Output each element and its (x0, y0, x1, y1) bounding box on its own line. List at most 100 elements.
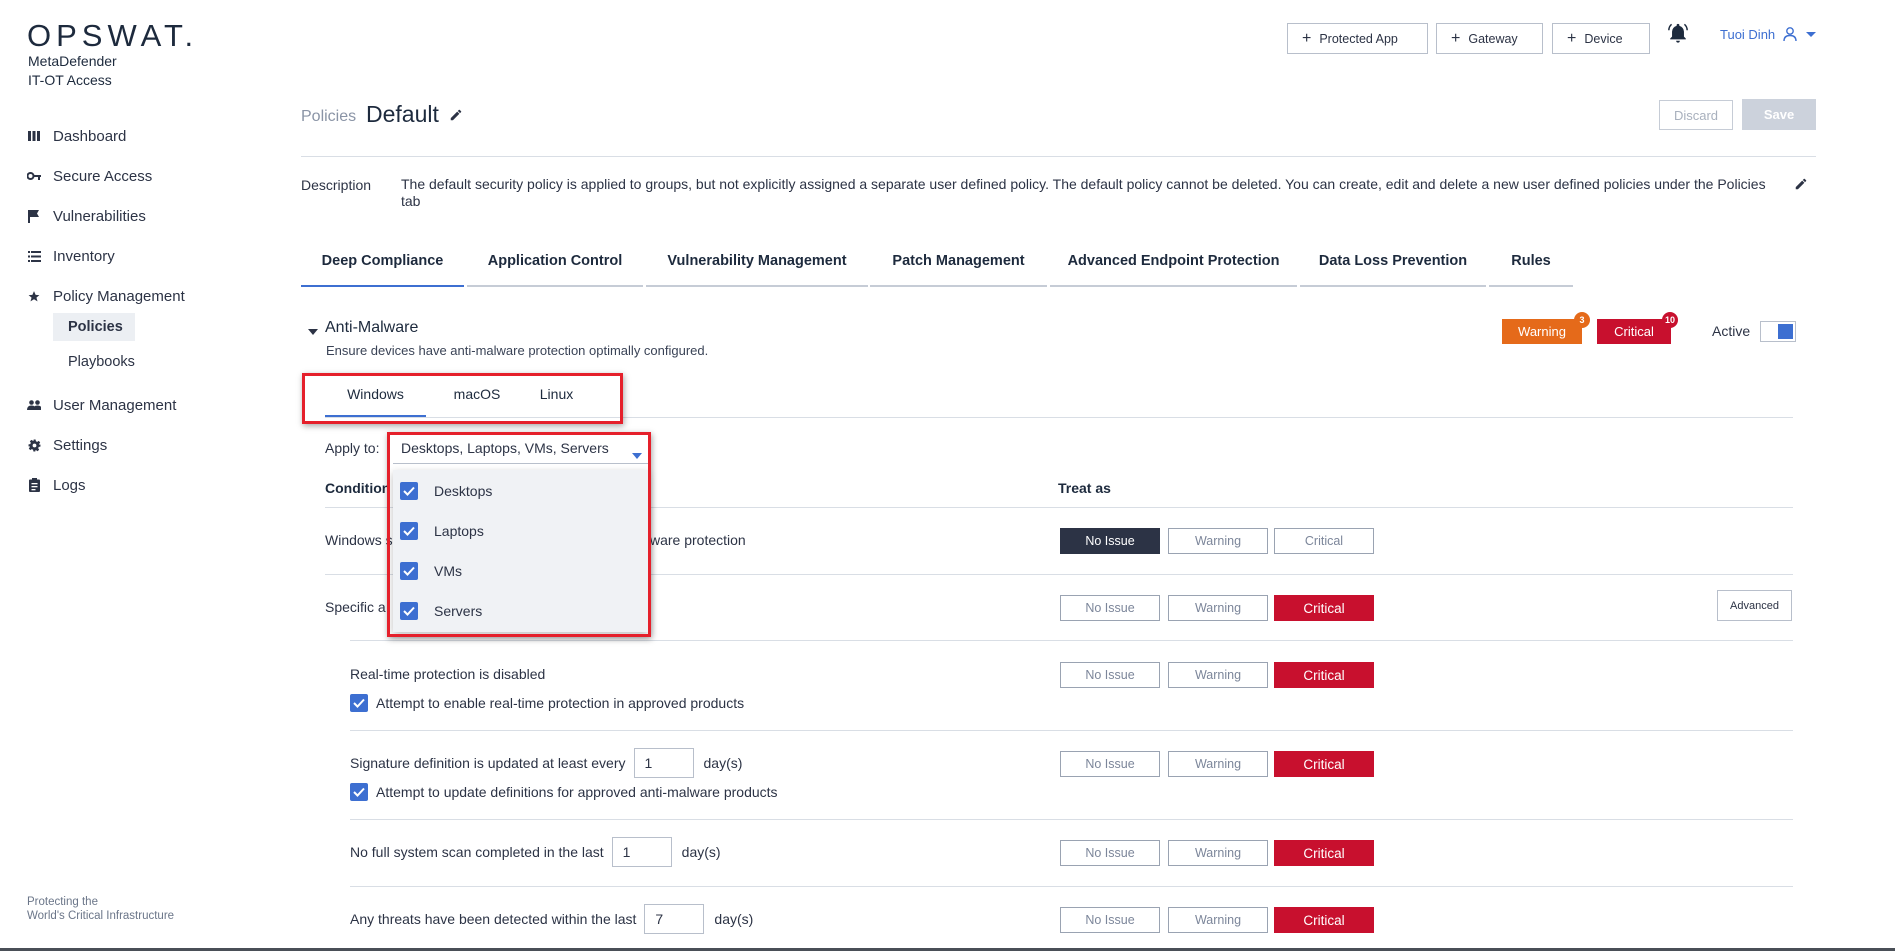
bell-icon[interactable] (1667, 22, 1689, 44)
edit-title-icon[interactable] (449, 108, 463, 127)
condition-text-left: Specific a (325, 599, 386, 615)
tab-vulnerability-management[interactable]: Vulnerability Management (646, 250, 868, 287)
warning-option[interactable]: Warning (1168, 907, 1268, 933)
days-input[interactable]: 1 (611, 837, 672, 867)
sidebar-subitem-label: Policies (68, 319, 123, 335)
condition-text: No full system scan completed in the las… (350, 837, 721, 867)
condition-label: No full system scan completed in the las… (350, 844, 604, 860)
sidebar-item-policy-management[interactable]: Policy Management (27, 283, 185, 309)
critical-option[interactable]: Critical (1274, 907, 1374, 933)
warning-option[interactable]: Warning (1168, 595, 1268, 621)
chevron-down-icon (1806, 31, 1817, 37)
warning-option[interactable]: Warning (1168, 751, 1268, 777)
no-issue-option[interactable]: No Issue (1060, 907, 1160, 933)
warning-count: 3 (1574, 312, 1590, 328)
warning-option[interactable]: Warning (1168, 662, 1268, 688)
sidebar-item-settings[interactable]: Settings (27, 432, 107, 458)
no-issue-option[interactable]: No Issue (1060, 751, 1160, 777)
tab-advanced-endpoint-protection[interactable]: Advanced Endpoint Protection (1050, 250, 1297, 287)
description-text: The default security policy is applied t… (401, 176, 1766, 209)
logo-dot: . (184, 18, 199, 53)
page-title: Default (366, 101, 439, 127)
condition-text: Windows s (325, 530, 393, 550)
product-name: MetaDefender IT-OT Access (28, 52, 117, 90)
sidebar-subitem-playbooks[interactable]: Playbooks (53, 348, 135, 376)
section-subtitle: Ensure devices have anti-malware protect… (326, 343, 709, 358)
sidebar-item-label: Policy Management (53, 287, 185, 305)
opswat-logo[interactable]: OPSWAT. (27, 18, 198, 54)
enable-realtime-checkbox[interactable]: Attempt to enable real-time protection i… (350, 694, 744, 712)
warning-option[interactable]: Warning (1168, 840, 1268, 866)
sidebar-item-user-management[interactable]: User Management (27, 392, 176, 418)
collapse-caret-icon[interactable] (308, 322, 318, 340)
edit-description-icon[interactable] (1794, 177, 1808, 196)
tab-deep-compliance[interactable]: Deep Compliance (301, 250, 464, 287)
user-name: Tuoi Dinh (1720, 27, 1776, 42)
days-input[interactable]: 1 (633, 748, 694, 778)
save-button[interactable]: Save (1742, 99, 1816, 130)
sidebar-item-dashboard[interactable]: Dashboard (27, 123, 126, 149)
critical-option[interactable]: Critical (1274, 840, 1374, 866)
no-issue-option[interactable]: No Issue (1060, 840, 1160, 866)
logo-text: OPSWAT (27, 18, 185, 53)
update-definitions-checkbox[interactable]: Attempt to update definitions for approv… (350, 783, 778, 801)
sidebar-item-vulnerabilities[interactable]: Vulnerabilities (27, 203, 146, 229)
divider (301, 156, 1816, 157)
divider (350, 730, 1793, 731)
sidebar-subitem-policies[interactable]: Policies (53, 313, 135, 341)
active-toggle[interactable] (1760, 321, 1796, 342)
condition-text: Real-time protection is disabled (350, 664, 545, 684)
divider (350, 640, 1793, 641)
plus-icon: + (1302, 29, 1312, 47)
critical-badge: Critical (1597, 319, 1671, 344)
tagline: Protecting the World's Critical Infrastr… (27, 895, 174, 923)
flag-icon (27, 209, 41, 223)
critical-option[interactable]: Critical (1274, 595, 1374, 621)
add-gateway-button[interactable]: + Gateway (1436, 23, 1543, 54)
no-issue-option[interactable]: No Issue (1060, 595, 1160, 621)
no-issue-option[interactable]: No Issue (1060, 528, 1160, 554)
highlight-box-apply-to (387, 432, 651, 637)
tab-patch-management[interactable]: Patch Management (870, 250, 1047, 287)
sidebar-subitem-label: Playbooks (68, 354, 135, 370)
section-title[interactable]: Anti-Malware (325, 319, 418, 337)
critical-option[interactable]: Critical (1274, 528, 1374, 554)
tab-label: Vulnerability Management (667, 253, 847, 269)
critical-count: 10 (1662, 312, 1678, 328)
user-menu[interactable]: Tuoi Dinh (1720, 27, 1817, 42)
tab-data-loss-prevention[interactable]: Data Loss Prevention (1300, 250, 1486, 287)
condition-label: Signature definition is updated at least… (350, 755, 626, 771)
add-device-button[interactable]: + Device (1552, 23, 1650, 54)
days-input[interactable]: 7 (644, 904, 705, 934)
unit-label: day(s) (714, 911, 754, 927)
sidebar-item-label: Vulnerabilities (53, 207, 146, 225)
tagline-line-2: World's Critical Infrastructure (27, 910, 175, 922)
critical-option[interactable]: Critical (1274, 662, 1374, 688)
condition-text-right: ware protection (650, 530, 746, 550)
star-icon (27, 289, 41, 303)
condition-text: Any threats have been detected within th… (350, 904, 753, 934)
condition-text: Signature definition is updated at least… (350, 748, 742, 778)
add-protected-app-button[interactable]: + Protected App (1287, 23, 1428, 54)
highlight-box-os-tabs (302, 373, 623, 424)
unit-label: day(s) (681, 844, 721, 860)
tab-label: Rules (1511, 253, 1551, 269)
sidebar-item-logs[interactable]: Logs (27, 472, 86, 498)
discard-button[interactable]: Discard (1659, 100, 1733, 130)
tab-label: Deep Compliance (321, 253, 444, 269)
no-issue-option[interactable]: No Issue (1060, 662, 1160, 688)
sidebar-item-label: Inventory (53, 247, 115, 265)
breadcrumb[interactable]: Policies (301, 108, 356, 126)
sidebar-item-secure-access[interactable]: Secure Access (27, 163, 152, 189)
column-header-condition: Condition (325, 480, 391, 496)
tab-rules[interactable]: Rules (1489, 250, 1573, 287)
warning-option[interactable]: Warning (1168, 528, 1268, 554)
sidebar-item-label: Secure Access (53, 167, 153, 185)
sidebar-item-inventory[interactable]: Inventory (27, 243, 115, 269)
toggle-knob (1778, 324, 1793, 339)
plus-icon: + (1451, 29, 1461, 47)
tab-application-control[interactable]: Application Control (467, 250, 643, 287)
critical-option[interactable]: Critical (1274, 751, 1374, 777)
tab-label: Application Control (487, 253, 623, 269)
advanced-button[interactable]: Advanced (1717, 590, 1792, 621)
